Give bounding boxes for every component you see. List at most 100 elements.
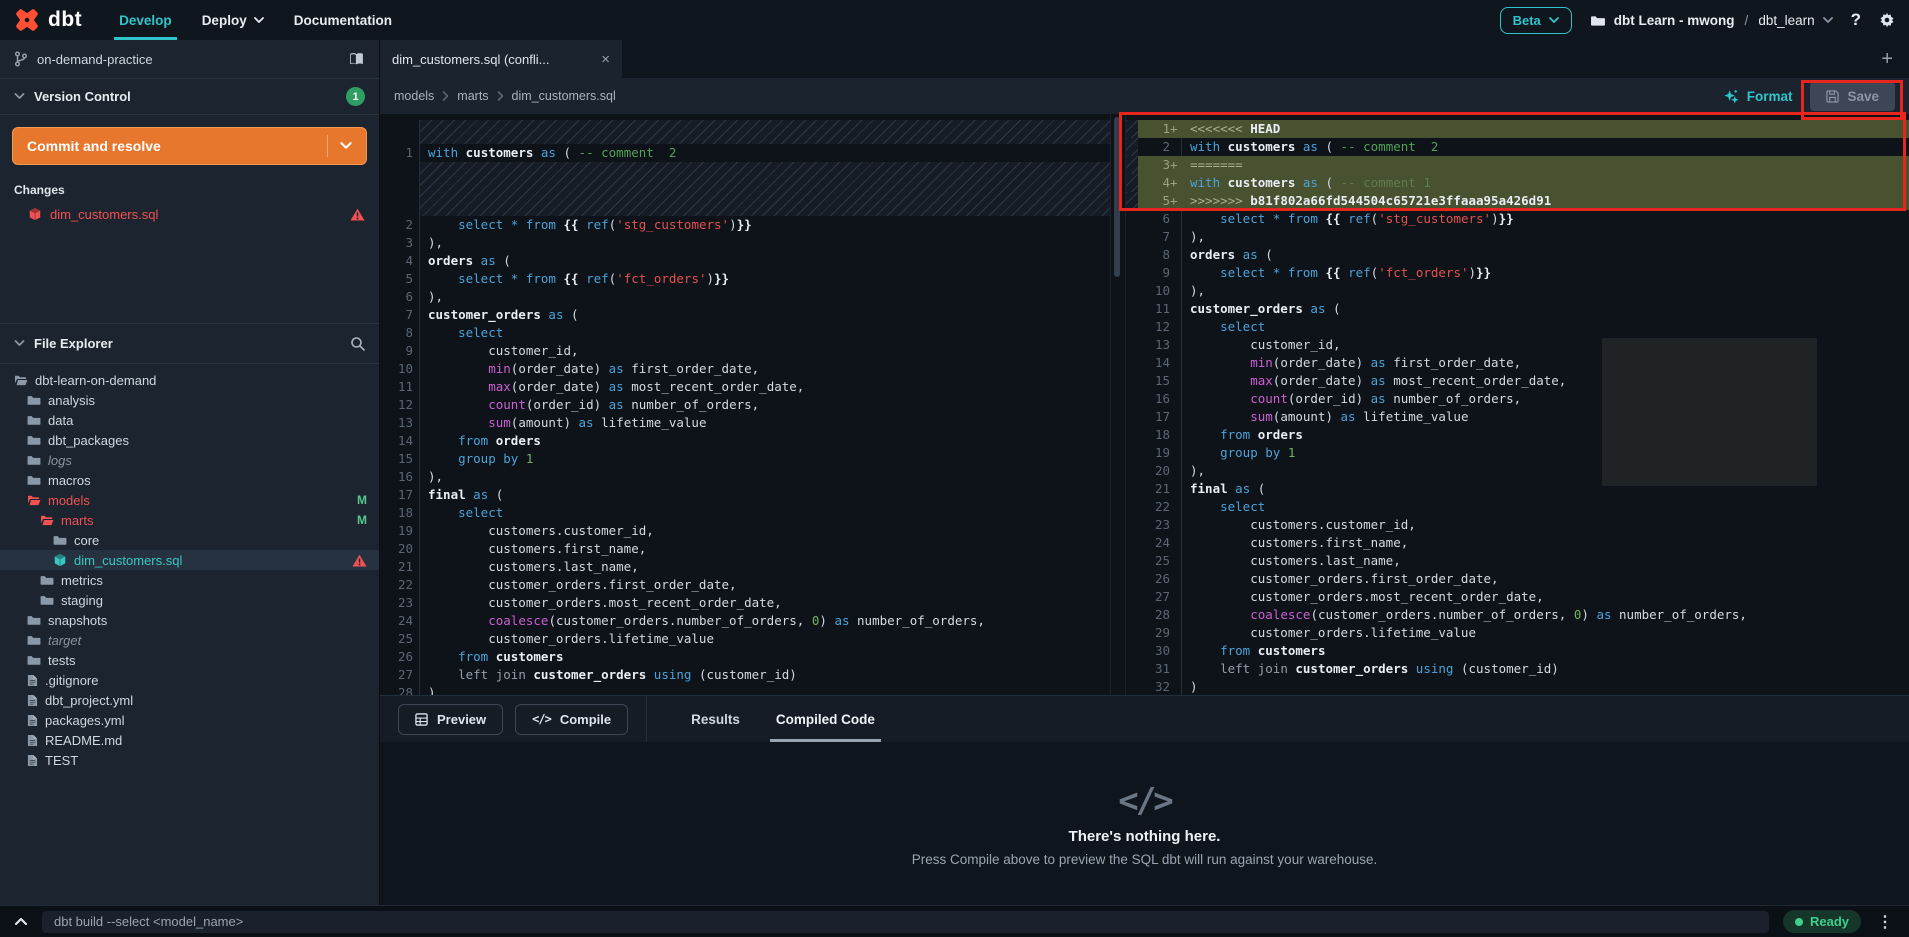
code-line[interactable]: 4+with customers as ( -- comment 1 — [1126, 174, 1909, 192]
code-line[interactable]: 28 coalesce(customer_orders.number_of_or… — [1126, 606, 1909, 624]
code-line[interactable]: 12 select — [1126, 318, 1909, 336]
code-line[interactable]: 26 customer_orders.first_order_date, — [1126, 570, 1909, 588]
code-line[interactable]: 5 select * from {{ ref('fct_orders')}} — [380, 270, 1110, 288]
code-line[interactable]: 7), — [1126, 228, 1909, 246]
code-line[interactable]: 15 group by 1 — [380, 450, 1110, 468]
book-icon[interactable] — [348, 52, 365, 66]
tree-item-core[interactable]: core — [0, 530, 379, 550]
code-line[interactable]: 3+======= — [1126, 156, 1909, 174]
editor-tab-dim-customers[interactable]: dim_customers.sql (confli... × — [380, 40, 622, 78]
code-line[interactable]: 6 select * from {{ ref('stg_customers')}… — [1126, 210, 1909, 228]
dbt-logo[interactable]: dbt — [14, 7, 82, 33]
code-line[interactable]: 28) — [380, 684, 1110, 695]
code-line[interactable]: 10), — [1126, 282, 1909, 300]
scrollbar-thumb[interactable] — [1114, 117, 1120, 277]
code-line[interactable]: 22 select — [1126, 498, 1909, 516]
tree-item-.gitignore[interactable]: .gitignore — [0, 670, 379, 690]
code-line[interactable]: 24 customers.first_name, — [1126, 534, 1909, 552]
tree-item-packages.yml[interactable]: packages.yml — [0, 710, 379, 730]
chevron-down-icon[interactable] — [327, 135, 352, 157]
tree-item-dbt_packages[interactable]: dbt_packages — [0, 430, 379, 450]
chevron-up-icon[interactable] — [14, 917, 28, 926]
code-line[interactable]: 11 max(order_date) as most_recent_order_… — [380, 378, 1110, 396]
code-line[interactable]: 17final as ( — [380, 486, 1110, 504]
tree-item-dim_customers.sql[interactable]: dim_customers.sql — [0, 550, 379, 570]
tree-item-tests[interactable]: tests — [0, 650, 379, 670]
code-line[interactable]: 6), — [380, 288, 1110, 306]
code-line[interactable]: 8 select — [380, 324, 1110, 342]
format-button[interactable]: Format — [1724, 89, 1793, 104]
changed-file-row[interactable]: dim_customers.sql — [0, 203, 379, 225]
tree-item-macros[interactable]: macros — [0, 470, 379, 490]
preview-button[interactable]: Preview — [398, 704, 503, 735]
code-line[interactable]: 24 coalesce(customer_orders.number_of_or… — [380, 612, 1110, 630]
code-line[interactable]: 16), — [380, 468, 1110, 486]
code-line[interactable]: 3), — [380, 234, 1110, 252]
tree-item-logs[interactable]: logs — [0, 450, 379, 470]
code-line[interactable]: 9 customer_id, — [380, 342, 1110, 360]
code-line[interactable]: 26 from customers — [380, 648, 1110, 666]
tree-item-dbt_project.yml[interactable]: dbt_project.yml — [0, 690, 379, 710]
code-line[interactable]: 1+<<<<<<< HEAD — [1126, 120, 1909, 138]
code-line[interactable]: 32) — [1126, 678, 1909, 695]
code-line[interactable]: 11customer_orders as ( — [1126, 300, 1909, 318]
tree-item-dbt-learn-on-demand[interactable]: dbt-learn-on-demand — [0, 370, 379, 390]
close-icon[interactable]: × — [601, 51, 610, 68]
code-line[interactable]: 25 customers.last_name, — [1126, 552, 1909, 570]
search-icon[interactable] — [350, 336, 365, 351]
tree-item-analysis[interactable]: analysis — [0, 390, 379, 410]
account-project-switcher[interactable]: dbt Learn - mwong / dbt_learn — [1590, 13, 1833, 28]
code-line[interactable]: 18 select — [380, 504, 1110, 522]
gear-icon[interactable] — [1879, 12, 1895, 28]
tree-item-target[interactable]: target — [0, 630, 379, 650]
code-line[interactable]: 30 from customers — [1126, 642, 1909, 660]
code-line[interactable]: 27 left join customer_orders using (cust… — [380, 666, 1110, 684]
tree-item-data[interactable]: data — [0, 410, 379, 430]
file-explorer-header[interactable]: File Explorer — [0, 324, 379, 364]
code-line[interactable]: 10 min(order_date) as first_order_date, — [380, 360, 1110, 378]
code-line[interactable]: 12 count(order_id) as number_of_orders, — [380, 396, 1110, 414]
code-line[interactable]: 22 customer_orders.first_order_date, — [380, 576, 1110, 594]
code-line[interactable]: 14 from orders — [380, 432, 1110, 450]
help-icon[interactable]: ? — [1851, 10, 1861, 30]
code-line[interactable]: 8orders as ( — [1126, 246, 1909, 264]
beta-dropdown[interactable]: Beta — [1500, 7, 1572, 34]
breadcrumb-item[interactable]: dim_customers.sql — [512, 89, 616, 103]
nav-tab-develop[interactable]: Develop — [104, 0, 187, 40]
command-input[interactable] — [42, 911, 1769, 933]
nav-tab-documentation[interactable]: Documentation — [279, 0, 407, 40]
code-line[interactable]: 19 customers.customer_id, — [380, 522, 1110, 540]
tree-item-snapshots[interactable]: snapshots — [0, 610, 379, 630]
version-control-header[interactable]: Version Control 1 — [0, 79, 379, 115]
tree-item-TEST[interactable]: TEST — [0, 750, 379, 770]
code-line[interactable]: 27 customer_orders.most_recent_order_dat… — [1126, 588, 1909, 606]
new-tab-plus-icon[interactable]: + — [1865, 48, 1909, 71]
code-line[interactable]: 1with customers as ( -- comment 2 — [380, 144, 1110, 162]
code-line[interactable]: 29 customer_orders.lifetime_value — [1126, 624, 1909, 642]
code-line[interactable]: 31 left join customer_orders using (cust… — [1126, 660, 1909, 678]
tab-compiled-code[interactable]: Compiled Code — [758, 696, 893, 742]
code-line[interactable]: 7customer_orders as ( — [380, 306, 1110, 324]
tree-item-README.md[interactable]: README.md — [0, 730, 379, 750]
save-button[interactable]: Save — [1810, 82, 1895, 111]
code-line[interactable]: 2 select * from {{ ref('stg_customers')}… — [380, 216, 1110, 234]
code-line[interactable]: 25 customer_orders.lifetime_value — [380, 630, 1110, 648]
nav-tab-deploy[interactable]: Deploy — [187, 0, 279, 40]
code-line[interactable]: 4orders as ( — [380, 252, 1110, 270]
breadcrumb-item[interactable]: models — [394, 89, 434, 103]
code-line[interactable]: 23 customer_orders.most_recent_order_dat… — [380, 594, 1110, 612]
editor-scrollbar[interactable] — [1110, 114, 1126, 695]
code-line[interactable]: 5+>>>>>>> b81f802a66fd544504c65721e3ffaa… — [1126, 192, 1909, 210]
tree-item-marts[interactable]: martsM — [0, 510, 379, 530]
code-line[interactable]: 21 customers.last_name, — [380, 558, 1110, 576]
tab-results[interactable]: Results — [673, 696, 758, 742]
tree-item-staging[interactable]: staging — [0, 590, 379, 610]
tree-item-metrics[interactable]: metrics — [0, 570, 379, 590]
code-line[interactable]: 13 sum(amount) as lifetime_value — [380, 414, 1110, 432]
code-line[interactable]: 20 customers.first_name, — [380, 540, 1110, 558]
kebab-menu-icon[interactable]: ⋮ — [1875, 912, 1895, 932]
code-line[interactable]: 2with customers as ( -- comment 2 — [1126, 138, 1909, 156]
code-line[interactable]: 9 select * from {{ ref('fct_orders')}} — [1126, 264, 1909, 282]
commit-and-resolve-button[interactable]: Commit and resolve — [12, 127, 367, 165]
compile-button[interactable]: </> Compile — [515, 704, 628, 735]
